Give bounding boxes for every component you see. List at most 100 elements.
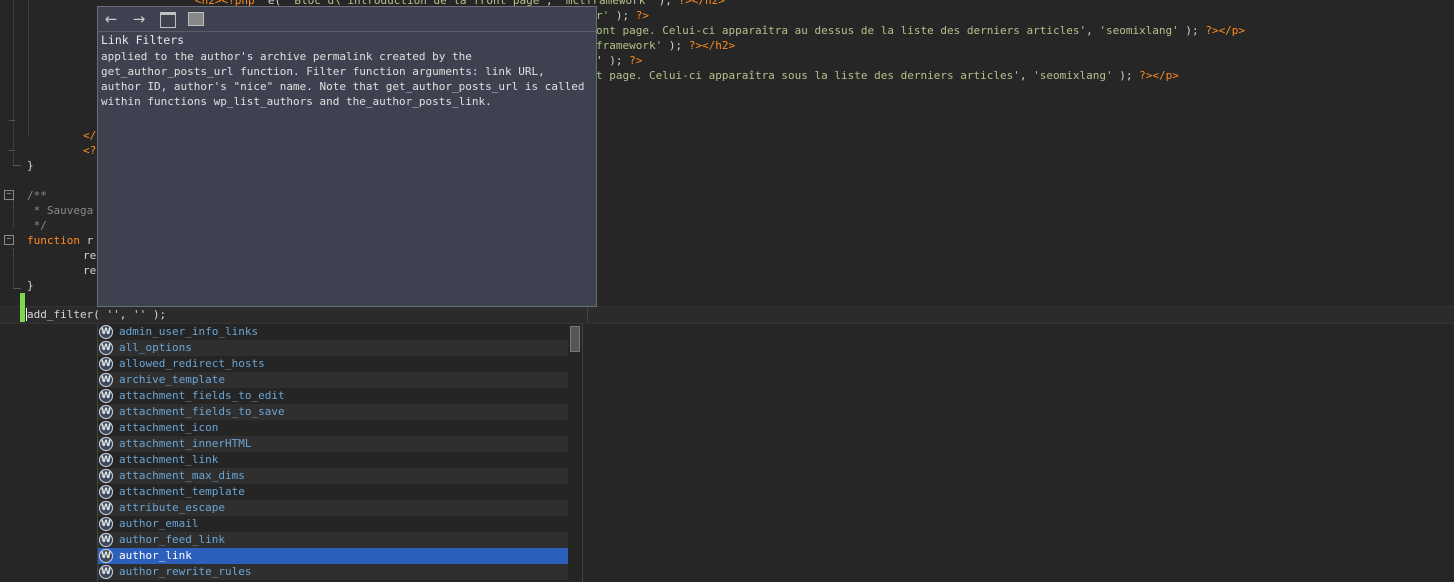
code-token: ); <box>1112 69 1140 82</box>
wordpress-icon: W <box>99 549 113 563</box>
code-function-line: function r <box>27 233 93 248</box>
fold-toggle-icon[interactable] <box>4 190 14 200</box>
code-token: ); <box>1178 24 1206 37</box>
change-marker <box>20 293 25 322</box>
completion-label: author_email <box>119 517 199 530</box>
completion-item[interactable]: Wall_options <box>98 340 568 356</box>
forward-arrow-icon[interactable]: → <box>130 11 148 27</box>
fold-toggle-icon[interactable] <box>4 235 14 245</box>
completion-label: attachment_link <box>119 453 219 466</box>
code-fragment: re <box>83 264 97 277</box>
autocomplete-list[interactable]: Wadmin_user_info_links Wall_options Wallow… <box>97 324 583 582</box>
wordpress-icon: W <box>99 565 113 579</box>
code-line: ' ); ?> <box>596 53 642 68</box>
wordpress-icon: W <box>99 389 113 403</box>
completion-label: attribute_escape <box>119 501 225 514</box>
completion-item[interactable]: Wattachment_max_dims <box>98 468 568 484</box>
completion-label: attachment_innerHTML <box>119 437 252 450</box>
wordpress-icon: W <box>99 325 113 339</box>
code-fragment: } <box>27 159 34 172</box>
wordpress-icon: W <box>99 485 113 499</box>
wordpress-icon: W <box>99 517 113 531</box>
completion-item[interactable]: Wattribute_escape <box>98 500 568 516</box>
code-line: t page. Celui-ci apparaîtra sous la list… <box>596 68 1179 83</box>
completion-item[interactable]: Wauthor_rewrite_rules <box>98 564 568 580</box>
code-line: ont page. Celui-ci apparaîtra au dessus … <box>596 23 1245 38</box>
completion-label: author_feed_link <box>119 533 225 546</box>
fold-end <box>9 150 15 151</box>
wordpress-icon: W <box>99 357 113 371</box>
completion-item[interactable]: Wadmin_user_info_links <box>98 324 568 340</box>
code-fragment: re <box>83 249 97 262</box>
code-token: </h2> <box>701 39 736 52</box>
code-token: </p> <box>1152 69 1179 82</box>
completion-item[interactable]: Wattachment_icon <box>98 420 568 436</box>
code-token: ?> <box>1205 24 1219 37</box>
completion-item[interactable]: Wattachment_fields_to_save <box>98 404 568 420</box>
copy-icon[interactable] <box>188 12 204 26</box>
code-token: </h2> <box>691 0 725 7</box>
doc-title: Link Filters <box>101 33 185 47</box>
completion-label: author_link <box>119 549 192 562</box>
code-token: ?> <box>1139 69 1153 82</box>
code-token: ); <box>652 0 679 7</box>
code-token: ?> <box>635 9 649 22</box>
code-line: framework' ); ?></h2> <box>596 38 735 53</box>
back-arrow-icon[interactable]: ← <box>102 11 120 27</box>
indent-guide <box>13 0 14 165</box>
fold-end <box>13 288 21 289</box>
scrollbar-thumb[interactable] <box>570 326 580 352</box>
completion-label: author_rewrite_rules <box>119 565 252 578</box>
completion-item[interactable]: Warchive_template <box>98 372 568 388</box>
current-line-highlight <box>0 306 1454 324</box>
code-token: r' <box>596 9 610 22</box>
wordpress-icon: W <box>99 421 113 435</box>
code-comment: /** <box>27 189 47 202</box>
function-keyword: function <box>27 234 80 247</box>
completion-label: attachment_template <box>119 485 245 498</box>
indent-guide <box>28 0 29 135</box>
completion-item[interactable]: Wattachment_fields_to_edit <box>98 388 568 404</box>
wordpress-icon: W <box>99 533 113 547</box>
completion-label: all_options <box>119 341 192 354</box>
wordpress-icon: W <box>99 405 113 419</box>
completion-item[interactable]: Wattachment_innerHTML <box>98 436 568 452</box>
completion-label: attachment_max_dims <box>119 469 245 482</box>
code-fragment: } <box>27 279 34 292</box>
code-fragment: </ <box>83 129 97 142</box>
completion-label: archive_template <box>119 373 225 386</box>
code-token: </p> <box>1218 24 1246 37</box>
documentation-popup: ← → Link Filters applied to the author's… <box>97 6 597 307</box>
current-code-line[interactable]: add_filter( '', '' ); <box>27 307 166 322</box>
code-fragment: <? <box>83 144 97 157</box>
wordpress-icon: W <box>99 453 113 467</box>
code-token: ont page. Celui-ci apparaîtra au dessus … <box>596 24 1087 37</box>
completion-item[interactable]: Wattachment_link <box>98 452 568 468</box>
function-name: r <box>79 234 94 247</box>
completion-label: admin_user_info_links <box>119 325 259 338</box>
completion-label: attachment_icon <box>119 421 219 434</box>
completion-label: allowed_redirect_hosts <box>119 357 265 370</box>
completion-item[interactable]: Wauthor_feed_link <box>98 532 568 548</box>
doc-toolbar: ← → <box>98 7 596 32</box>
code-token: ?> <box>629 54 643 67</box>
code-token: ); <box>662 39 689 52</box>
code-comment: */ <box>27 219 47 232</box>
open-in-browser-icon[interactable] <box>160 12 176 28</box>
code-token: 'seomixlang' <box>1033 69 1113 82</box>
completion-item[interactable]: Wallowed_redirect_hosts <box>98 356 568 372</box>
code-token: 'seomixlang' <box>1099 24 1179 37</box>
indent-guide <box>13 200 14 228</box>
wordpress-icon: W <box>99 469 113 483</box>
code-token: t page. Celui-ci apparaîtra sous la list… <box>596 69 1020 82</box>
completion-item[interactable]: Wattachment_template <box>98 484 568 500</box>
completion-label: attachment_fields_to_edit <box>119 389 285 402</box>
completion-label: attachment_fields_to_save <box>119 405 285 418</box>
completion-item[interactable]: Wauthor_email <box>98 516 568 532</box>
indent-guide <box>13 248 14 288</box>
code-token: ); <box>609 9 636 22</box>
completion-item[interactable]: Wauthor_link <box>98 548 568 564</box>
fold-end <box>13 165 21 166</box>
code-line: r' ); ?> <box>596 8 649 23</box>
wordpress-icon: W <box>99 341 113 355</box>
